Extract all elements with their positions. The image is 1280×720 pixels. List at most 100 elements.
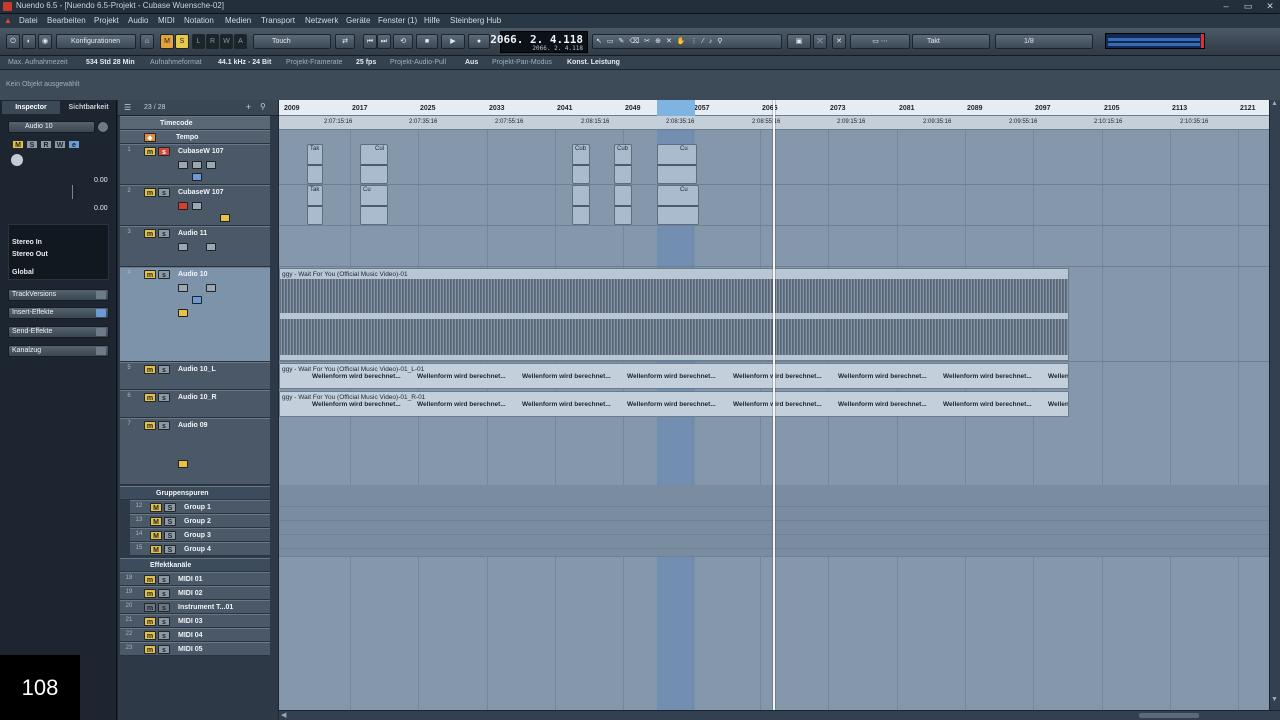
audio-event[interactable] bbox=[572, 185, 590, 225]
automation-mode-dropdown[interactable]: Touch bbox=[253, 34, 331, 49]
record-enable-icon[interactable] bbox=[178, 161, 188, 169]
output-routing[interactable]: Stereo Out bbox=[12, 251, 48, 258]
audio-event[interactable]: Cub bbox=[572, 144, 590, 184]
horizontal-scroll-thumb[interactable] bbox=[1139, 713, 1199, 718]
audio-event[interactable]: Cul bbox=[360, 144, 388, 184]
grid-type-dropdown[interactable]: Takt bbox=[912, 34, 990, 49]
solo-button[interactable]: s bbox=[158, 617, 170, 626]
scroll-down-icon[interactable]: ▼ bbox=[1271, 696, 1278, 703]
track-audio-09[interactable]: 7 m s Audio 09 bbox=[120, 418, 270, 485]
tempo-icon[interactable]: ◆ bbox=[144, 133, 156, 142]
loop-range[interactable] bbox=[657, 100, 695, 116]
color-tool-icon[interactable]: ▣ bbox=[787, 34, 811, 49]
track-audio-10-r[interactable]: 6 m s Audio 10_R bbox=[120, 390, 270, 418]
audio-event[interactable]: Tak bbox=[307, 144, 323, 184]
listen-global-button[interactable]: L bbox=[192, 34, 205, 49]
list-view-icon[interactable]: ☰ bbox=[124, 103, 131, 112]
scroll-left-icon[interactable]: ◀ bbox=[281, 711, 286, 719]
audio-event[interactable]: Cu bbox=[657, 144, 697, 184]
menu-notation[interactable]: Notation bbox=[184, 16, 214, 25]
global-routing[interactable]: Global bbox=[12, 269, 34, 276]
go-to-start-button[interactable]: ⏮ bbox=[363, 34, 377, 49]
activate-project-button[interactable]: ⏻ bbox=[6, 34, 20, 49]
edit-icon[interactable] bbox=[192, 173, 202, 181]
close-button[interactable]: ✕ bbox=[1260, 1, 1280, 12]
menu-transport[interactable]: Transport bbox=[261, 16, 295, 25]
media-bay-button[interactable]: ◉ bbox=[38, 34, 52, 49]
mute-button[interactable]: M bbox=[150, 531, 162, 540]
menu-midi[interactable]: MIDI bbox=[158, 16, 175, 25]
mute-button[interactable]: m bbox=[144, 575, 156, 584]
record-enable-icon[interactable] bbox=[178, 202, 188, 210]
snap-type-dropdown[interactable]: ▭ ⋯ bbox=[850, 34, 910, 49]
section-trackversions[interactable]: TrackVersions bbox=[8, 289, 109, 301]
audio-10-l-event[interactable]: ggy - Wait For You (Official Music Video… bbox=[279, 363, 1069, 389]
minimize-button[interactable]: – bbox=[1216, 1, 1236, 12]
track-group-3[interactable]: 14 M S Group 3 bbox=[130, 528, 270, 542]
solo-global-button[interactable]: S bbox=[175, 34, 189, 49]
menu-app-icon[interactable]: ▲ bbox=[4, 16, 12, 25]
inspector-solo[interactable]: S bbox=[26, 140, 38, 149]
audio-10-r-event[interactable]: ggy - Wait For You (Official Music Video… bbox=[279, 391, 1069, 417]
track-midi-01[interactable]: 18 m s MIDI 01 bbox=[120, 572, 270, 586]
quantize-dropdown[interactable]: 1/8 bbox=[995, 34, 1093, 49]
mute-button[interactable]: m bbox=[144, 147, 156, 156]
audio-event[interactable]: Cub bbox=[614, 144, 632, 184]
lane-icon[interactable] bbox=[178, 460, 188, 468]
audio-event[interactable]: Cu bbox=[657, 185, 699, 225]
project-cursor[interactable] bbox=[773, 100, 775, 710]
solo-button[interactable]: s bbox=[158, 603, 170, 612]
read-icon[interactable] bbox=[206, 161, 216, 169]
solo-button[interactable]: s bbox=[158, 645, 170, 654]
go-to-end-button[interactable]: ⏭ bbox=[377, 34, 391, 49]
section-insert-effects[interactable]: Insert-Effekte bbox=[8, 307, 109, 319]
folder-group-tracks[interactable]: Gruppenspuren bbox=[120, 486, 270, 500]
record-enable-icon[interactable] bbox=[178, 284, 188, 292]
solo-button[interactable]: s bbox=[158, 147, 170, 156]
mute-button[interactable]: m bbox=[144, 645, 156, 654]
mute-button[interactable]: M bbox=[150, 503, 162, 512]
horizontal-scrollbar[interactable]: ◀ bbox=[279, 710, 1280, 720]
framerate-value[interactable]: 25 fps bbox=[356, 59, 376, 66]
pan-value[interactable]: Konst. Leistung bbox=[567, 59, 620, 66]
tab-visibility[interactable]: Sichtbarkeit bbox=[60, 101, 117, 114]
write-automation-button[interactable]: W bbox=[220, 34, 233, 49]
solo-button[interactable]: s bbox=[158, 365, 170, 374]
edit-icon[interactable] bbox=[192, 296, 202, 304]
search-icon[interactable]: ⚲ bbox=[260, 102, 266, 111]
track-midi-03[interactable]: 21 m s MIDI 03 bbox=[120, 614, 270, 628]
lock-icon[interactable]: ⌂ bbox=[140, 34, 154, 49]
menu-hilfe[interactable]: Hilfe bbox=[424, 16, 440, 25]
solo-button[interactable]: s bbox=[158, 393, 170, 402]
solo-button[interactable]: s bbox=[158, 421, 170, 430]
menu-steinberg-hub[interactable]: Steinberg Hub bbox=[450, 16, 501, 25]
track-instrument[interactable]: 20 m s Instrument T...01 bbox=[120, 600, 270, 614]
time-display[interactable]: 2066. 2. 4.118 2066. 2. 4.118 bbox=[490, 31, 588, 53]
menu-medien[interactable]: Medien bbox=[225, 16, 251, 25]
solo-button[interactable]: s bbox=[158, 229, 170, 238]
play-button[interactable]: ▶ bbox=[441, 34, 465, 49]
solo-button[interactable]: s bbox=[158, 631, 170, 640]
solo-button[interactable]: s bbox=[158, 589, 170, 598]
stop-button[interactable]: ■ bbox=[416, 34, 438, 49]
edit-channel-icon[interactable] bbox=[97, 121, 109, 133]
menu-netzwerk[interactable]: Netzwerk bbox=[305, 16, 338, 25]
audio-event[interactable]: Tak bbox=[307, 185, 323, 225]
track-group-2[interactable]: 13 M S Group 2 bbox=[130, 514, 270, 528]
scroll-up-icon[interactable]: ▲ bbox=[1271, 100, 1278, 107]
inspector-pan[interactable]: 0.00 bbox=[94, 205, 108, 212]
audio-event[interactable] bbox=[614, 185, 632, 225]
mute-button[interactable]: m bbox=[144, 631, 156, 640]
monitor-icon[interactable] bbox=[192, 161, 202, 169]
format-value[interactable]: 44.1 kHz - 24 Bit bbox=[218, 59, 271, 66]
audio-10-event[interactable]: ggy - Wait For You (Official Music Video… bbox=[279, 268, 1069, 361]
lane-icon[interactable] bbox=[178, 309, 188, 317]
menu-projekt[interactable]: Projekt bbox=[94, 16, 119, 25]
mute-button[interactable]: m bbox=[144, 365, 156, 374]
autoscroll-icon[interactable]: ⇄ bbox=[335, 34, 355, 49]
audio-event[interactable]: Cu bbox=[360, 185, 388, 225]
inspector-record-icon[interactable] bbox=[11, 154, 23, 166]
snap-icon[interactable]: ⤫ bbox=[813, 34, 827, 49]
maximize-button[interactable]: ▭ bbox=[1238, 1, 1258, 12]
track-cubasew-107-a[interactable]: 1 m s CubaseW 107 bbox=[120, 144, 270, 185]
